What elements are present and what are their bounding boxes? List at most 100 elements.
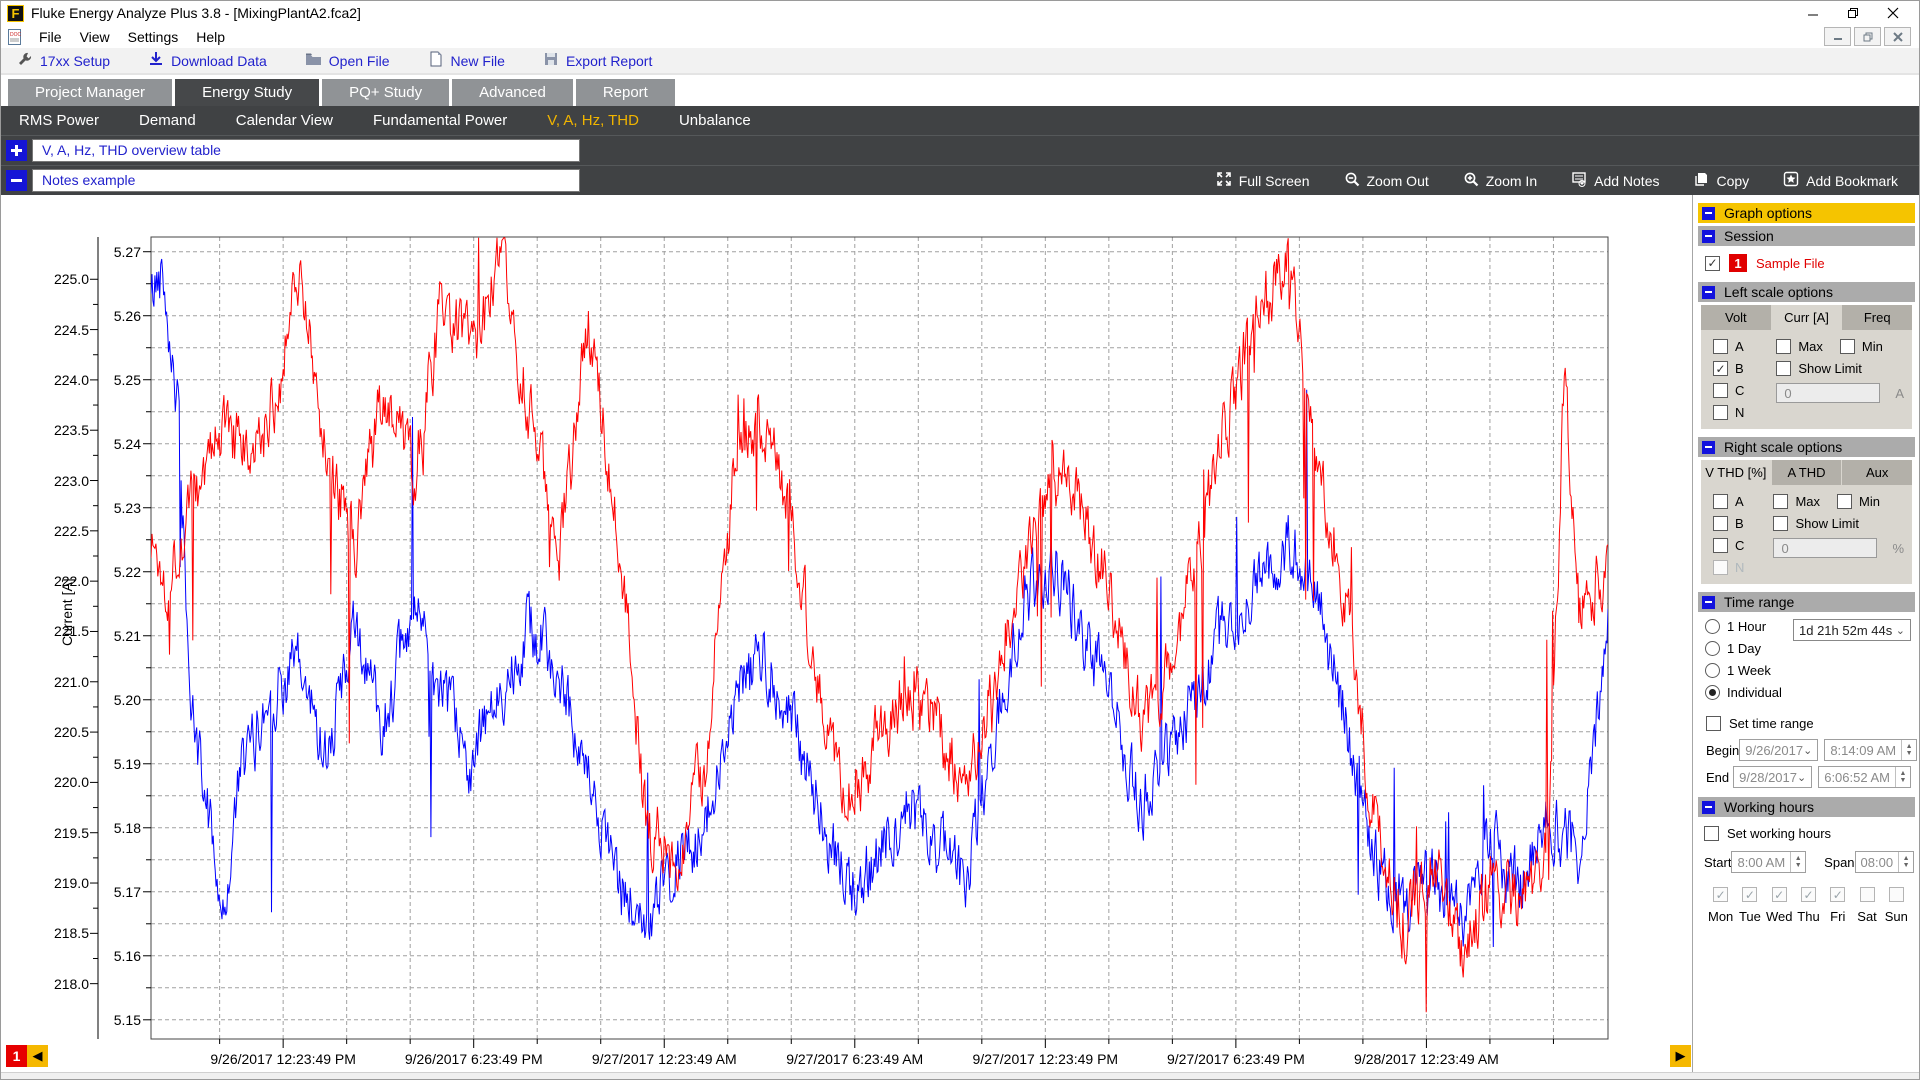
collapse-icon[interactable] <box>1702 801 1715 814</box>
day-checkbox-tue[interactable] <box>1742 887 1757 902</box>
add-notes-button[interactable]: Add Notes <box>1571 171 1659 190</box>
collapse-icon[interactable] <box>1702 286 1715 299</box>
subtab-unbalance[interactable]: Unbalance <box>679 112 751 129</box>
session-header[interactable]: Session <box>1698 226 1915 246</box>
menu-item-settings[interactable]: Settings <box>119 27 188 47</box>
time-range-header[interactable]: Time range <box>1698 592 1915 612</box>
left-scale-phase-n-checkbox[interactable] <box>1713 405 1728 420</box>
left-scale-header[interactable]: Left scale options <box>1698 282 1915 302</box>
toolbar-open-file[interactable]: Open File <box>305 51 390 70</box>
day-checkbox-fri[interactable] <box>1830 887 1845 902</box>
day-checkbox-mon[interactable] <box>1713 887 1728 902</box>
right-scale-tab-aux[interactable]: Aux <box>1842 460 1912 485</box>
toolbar-17xx-setup[interactable]: 17xx Setup <box>17 51 110 70</box>
right-scale-phase-a-checkbox[interactable] <box>1713 494 1728 509</box>
begin-date-select[interactable]: 9/26/2017 ⌄ <box>1739 739 1818 761</box>
left-scale-tab-freq[interactable]: Freq <box>1842 305 1912 330</box>
mdi-close-icon[interactable] <box>1884 27 1911 46</box>
set-time-range-checkbox[interactable] <box>1706 716 1721 731</box>
next-page-icon[interactable]: ▶ <box>1670 1045 1691 1067</box>
day-checkbox-wed[interactable] <box>1772 887 1787 902</box>
tab-report[interactable]: Report <box>576 79 675 106</box>
zoom-out-button[interactable]: Zoom Out <box>1344 171 1429 190</box>
end-time-spinner[interactable]: 6:06:52 AM ▲▼ <box>1818 766 1911 788</box>
line-chart[interactable] <box>1 195 1692 1077</box>
radio-1-hour[interactable] <box>1705 619 1720 634</box>
toolbar-new-file[interactable]: New File <box>428 51 505 70</box>
collapse-icon[interactable] <box>1702 441 1715 454</box>
add-bookmark-button[interactable]: Add Bookmark <box>1783 171 1898 190</box>
session-file-checkbox[interactable] <box>1705 256 1720 271</box>
right-scale-header[interactable]: Right scale options <box>1698 437 1915 457</box>
toolbar-download-data[interactable]: Download Data <box>148 51 267 70</box>
expand-icon[interactable] <box>6 140 27 161</box>
prev-page-icon[interactable]: ◀ <box>27 1045 48 1067</box>
span-spinner[interactable]: 08:00 ▲▼ <box>1855 851 1915 873</box>
mdi-minimize-icon[interactable] <box>1824 27 1851 46</box>
begin-time-spinner[interactable]: 8:14:09 AM ▲▼ <box>1824 739 1917 761</box>
left-scale-tab-volt[interactable]: Volt <box>1701 305 1772 330</box>
right-scale-phase-c-checkbox[interactable] <box>1713 538 1728 553</box>
tab-pq-study[interactable]: PQ+ Study <box>322 79 449 106</box>
right-scale-phase-b-checkbox[interactable] <box>1713 516 1728 531</box>
left-scale-tab-curr-a[interactable]: Curr [A] <box>1772 305 1843 330</box>
graph-options-header[interactable]: Graph options <box>1698 203 1915 223</box>
restore-icon[interactable] <box>1833 2 1873 24</box>
working-hours-header[interactable]: Working hours <box>1698 797 1915 817</box>
subtab-rms-power[interactable]: RMS Power <box>19 112 99 129</box>
toolbar-export-report[interactable]: Export Report <box>543 51 652 70</box>
right-scale-tab-v-thd[interactable]: V THD [%] <box>1701 460 1772 485</box>
main-toolbar: 17xx Setup Download Data Open File New File… <box>1 48 1919 75</box>
full-screen-button[interactable]: Full Screen <box>1216 171 1310 190</box>
collapse-icon[interactable] <box>1702 596 1715 609</box>
minimize-icon[interactable] <box>1793 2 1833 24</box>
subtab-v-a-hz-thd[interactable]: V, A, Hz, THD <box>547 112 639 129</box>
menu-item-file[interactable]: File <box>30 27 71 47</box>
left-scale-min-checkbox[interactable] <box>1840 339 1855 354</box>
subtab-fundamental-power[interactable]: Fundamental Power <box>373 112 507 129</box>
spinner-arrows-icon[interactable]: ▲▼ <box>1898 852 1913 872</box>
tab-advanced[interactable]: Advanced <box>452 79 573 106</box>
left-scale-limit-input[interactable]: 0 <box>1776 383 1880 403</box>
collapse-icon[interactable] <box>6 170 27 191</box>
duration-select[interactable]: 1d 21h 52m 44s ⌄ <box>1793 619 1911 641</box>
spinner-arrows-icon[interactable]: ▲▼ <box>1790 852 1805 872</box>
subtab-demand[interactable]: Demand <box>139 112 196 129</box>
end-date-select[interactable]: 9/28/2017 ⌄ <box>1733 766 1812 788</box>
left-scale-max-checkbox[interactable] <box>1776 339 1791 354</box>
day-checkbox-sat[interactable] <box>1860 887 1875 902</box>
menu-item-help[interactable]: Help <box>187 27 234 47</box>
subtab-calendar-view[interactable]: Calendar View <box>236 112 333 129</box>
day-checkbox-sun[interactable] <box>1889 887 1904 902</box>
right-scale-min-checkbox[interactable] <box>1837 494 1852 509</box>
left-scale-phase-a-checkbox[interactable] <box>1713 339 1728 354</box>
right-scale-max-checkbox[interactable] <box>1773 494 1788 509</box>
right-scale-show-limit-checkbox[interactable] <box>1773 516 1788 531</box>
tab-project-manager[interactable]: Project Manager <box>8 79 172 106</box>
right-scale-tab-a-thd[interactable]: A THD <box>1772 460 1843 485</box>
left-scale-phase-b-checkbox[interactable] <box>1713 361 1728 376</box>
copy-button[interactable]: Copy <box>1693 171 1749 190</box>
zoom-in-button[interactable]: Zoom In <box>1463 171 1537 190</box>
right-scale-limit-input[interactable]: 0 <box>1773 538 1877 558</box>
tab-energy-study[interactable]: Energy Study <box>175 79 319 106</box>
mdi-restore-icon[interactable] <box>1854 27 1881 46</box>
spinner-arrows-icon[interactable]: ▲▼ <box>1901 740 1916 760</box>
left-scale-phase-c-checkbox[interactable] <box>1713 383 1728 398</box>
close-icon[interactable] <box>1873 2 1913 24</box>
session-file-name[interactable]: Sample File <box>1756 256 1825 271</box>
radio-1-day[interactable] <box>1705 641 1720 656</box>
collapse-icon[interactable] <box>1702 230 1715 243</box>
notes-title[interactable]: Notes example <box>32 169 580 192</box>
set-working-hours-checkbox[interactable] <box>1704 826 1719 841</box>
overview-table-title[interactable]: V, A, Hz, THD overview table <box>32 139 580 162</box>
day-checkbox-thu[interactable] <box>1801 887 1816 902</box>
time-range-radios: 1 Hour1 Day1 WeekIndividual <box>1705 619 1782 700</box>
menu-item-view[interactable]: View <box>71 27 119 47</box>
spinner-arrows-icon[interactable]: ▲▼ <box>1895 767 1910 787</box>
start-time-spinner[interactable]: 8:00 AM ▲▼ <box>1731 851 1806 873</box>
radio-1-week[interactable] <box>1705 663 1720 678</box>
collapse-icon[interactable] <box>1702 207 1715 220</box>
left-scale-show-limit-checkbox[interactable] <box>1776 361 1791 376</box>
radio-individual[interactable] <box>1705 685 1720 700</box>
